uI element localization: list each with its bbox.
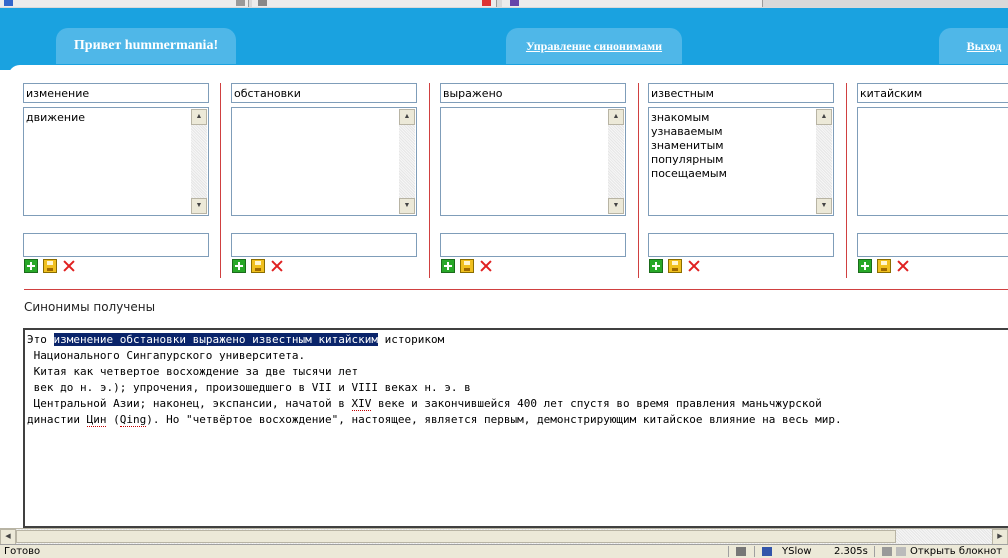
add-icon[interactable] [441,259,455,273]
scroll-up-icon[interactable]: ▲ [816,109,832,125]
new-synonym-input[interactable] [440,233,626,257]
browser-tab[interactable] [0,0,249,7]
horizontal-scrollbar[interactable]: ◀ ▶ [0,528,1008,545]
add-icon[interactable] [24,259,38,273]
save-icon[interactable] [251,259,265,273]
synonym-list[interactable]: ▲ ▼ [231,107,417,216]
text-line: Национального Сингапурского университета… [27,349,306,362]
synonym-column: китайским [857,83,1008,278]
synonym-list[interactable] [857,107,1008,216]
save-icon[interactable] [460,259,474,273]
logout-link[interactable]: Выход [939,28,1008,64]
scroll-right-icon[interactable]: ▶ [992,529,1008,545]
browser-tab[interactable] [502,0,763,7]
text-segment: Центральной Азии; наконец, экспансии, на… [27,397,352,410]
manage-synonyms-link[interactable]: Управление синонимами [506,28,682,64]
word-field[interactable]: известным [648,83,834,103]
spellcheck-word: XIV [351,397,372,411]
synonym-column: известным знакомым узнаваемым знаменитым… [648,83,836,278]
open-notepad-label[interactable]: Открыть блокнот [910,546,1002,557]
add-icon[interactable] [858,259,872,273]
text-segment: историком [378,333,445,346]
close-tab-icon[interactable] [236,0,245,6]
notepad-toggle-icon[interactable] [882,547,892,556]
word-field[interactable]: выражено [440,83,626,103]
delete-icon[interactable] [270,259,284,273]
greeting-tab: Привет hummermania! [56,28,236,64]
new-synonym-input[interactable] [857,233,1008,257]
text-editor[interactable]: Это изменение обстановки выражено извест… [23,328,1008,528]
close-tab-icon[interactable] [482,0,491,6]
add-icon[interactable] [649,259,663,273]
synonym-items[interactable]: движение [26,111,188,125]
delete-icon[interactable] [896,259,910,273]
text-segment: династии [27,413,87,426]
word-field[interactable]: обстановки [231,83,417,103]
spellcheck-word: Цин [86,413,107,427]
scroll-down-icon[interactable]: ▼ [399,198,415,214]
text-segment: ). Но "четвёртое восхождение", настоящее… [146,413,842,426]
list-scrollbar[interactable]: ▲ ▼ [191,109,207,214]
column-divider [220,83,221,278]
synonym-items[interactable]: знакомым узнаваемым знаменитым популярны… [651,111,813,181]
save-icon[interactable] [877,259,891,273]
delete-icon[interactable] [479,259,493,273]
text-segment: Это [27,333,54,346]
scroll-up-icon[interactable]: ▲ [399,109,415,125]
synonym-column: выражено ▲ ▼ [440,83,628,278]
settings-icon[interactable] [736,547,746,556]
favicon-icon [510,0,519,6]
column-divider [638,83,639,278]
save-icon[interactable] [43,259,57,273]
favicon-icon [4,0,13,6]
status-divider [874,546,875,557]
save-icon[interactable] [668,259,682,273]
scroll-up-icon[interactable]: ▲ [191,109,207,125]
text-line: век до н. э.); упрочения, произошедшего … [27,381,471,394]
scroll-down-icon[interactable]: ▼ [191,198,207,214]
column-divider [846,83,847,278]
delete-icon[interactable] [62,259,76,273]
status-divider [728,546,729,557]
selected-text[interactable]: изменение обстановки выражено известным … [53,333,379,346]
browser-tab[interactable] [252,0,497,7]
text-segment: веке и закончившейся 400 лет спустя во в… [371,397,822,410]
yslow-icon[interactable] [762,547,772,556]
new-synonym-input[interactable] [23,233,209,257]
spellcheck-word: Qing [119,413,147,427]
synonym-column: изменение движение ▲ ▼ [23,83,211,278]
section-divider [24,289,1008,290]
word-field[interactable]: изменение [23,83,209,103]
text-line: Китая как четвертое восхождение за две т… [27,365,359,378]
delete-icon[interactable] [687,259,701,273]
status-divider [754,546,755,557]
scroll-up-icon[interactable]: ▲ [608,109,624,125]
list-scrollbar[interactable]: ▲ ▼ [816,109,832,214]
scroll-down-icon[interactable]: ▼ [816,198,832,214]
browser-status-bar: Готово YSlow 2.305s Открыть блокнот [0,544,1008,558]
list-scrollbar[interactable]: ▲ ▼ [399,109,415,214]
synonym-list[interactable]: ▲ ▼ [440,107,626,216]
synonym-column: обстановки ▲ ▼ [231,83,419,278]
list-scrollbar[interactable]: ▲ ▼ [608,109,624,214]
column-divider [429,83,430,278]
status-message: Синонимы получены [24,300,156,314]
new-synonym-input[interactable] [231,233,417,257]
synonym-list[interactable]: знакомым узнаваемым знаменитым популярны… [648,107,834,216]
yslow-label[interactable]: YSlow [782,546,812,557]
text-segment: ( [106,413,120,426]
word-field[interactable]: китайским [857,83,1008,103]
favicon-icon [258,0,267,6]
scroll-left-icon[interactable]: ◀ [0,529,16,545]
notepad-icon[interactable] [896,547,906,556]
synonym-list[interactable]: движение ▲ ▼ [23,107,209,216]
status-ready: Готово [4,546,41,557]
load-time: 2.305s [834,546,868,557]
site-header: Привет hummermania! Управление синонимам… [0,8,1008,70]
scroll-down-icon[interactable]: ▼ [608,198,624,214]
add-icon[interactable] [232,259,246,273]
scroll-thumb[interactable] [16,530,896,543]
new-synonym-input[interactable] [648,233,834,257]
